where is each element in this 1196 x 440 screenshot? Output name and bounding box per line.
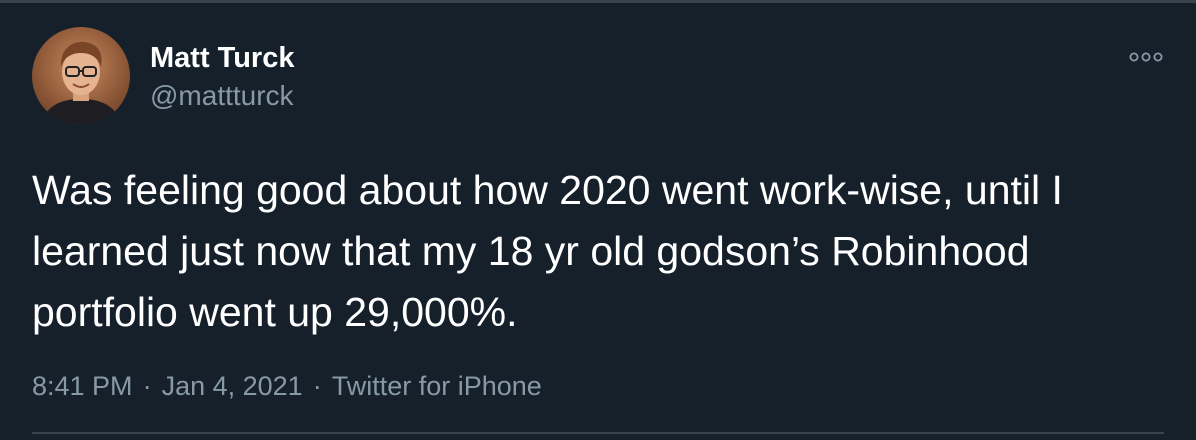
more-icon [1129, 52, 1163, 62]
meta-separator: · [312, 370, 322, 401]
tweet-date[interactable]: Jan 4, 2021 [162, 371, 303, 402]
avatar-photo [32, 27, 130, 125]
avatar[interactable] [32, 27, 130, 125]
author-display-name[interactable]: Matt Turck [150, 41, 294, 75]
tweet-time[interactable]: 8:41 PM [32, 371, 133, 402]
top-divider [0, 0, 1196, 3]
meta-separator: · [142, 370, 152, 401]
tweet-text: Was feeling good about how 2020 went wor… [32, 167, 1063, 335]
tweet-source[interactable]: Twitter for iPhone [332, 371, 542, 402]
tweet-card: Matt Turck @mattturck Was feeling good a… [0, 0, 1196, 440]
more-options-button[interactable] [1126, 44, 1166, 70]
author-handle[interactable]: @mattturck [150, 79, 294, 113]
tweet-meta: 8:41 PM · Jan 4, 2021 · Twitter for iPho… [32, 366, 542, 406]
bottom-divider [32, 432, 1164, 434]
